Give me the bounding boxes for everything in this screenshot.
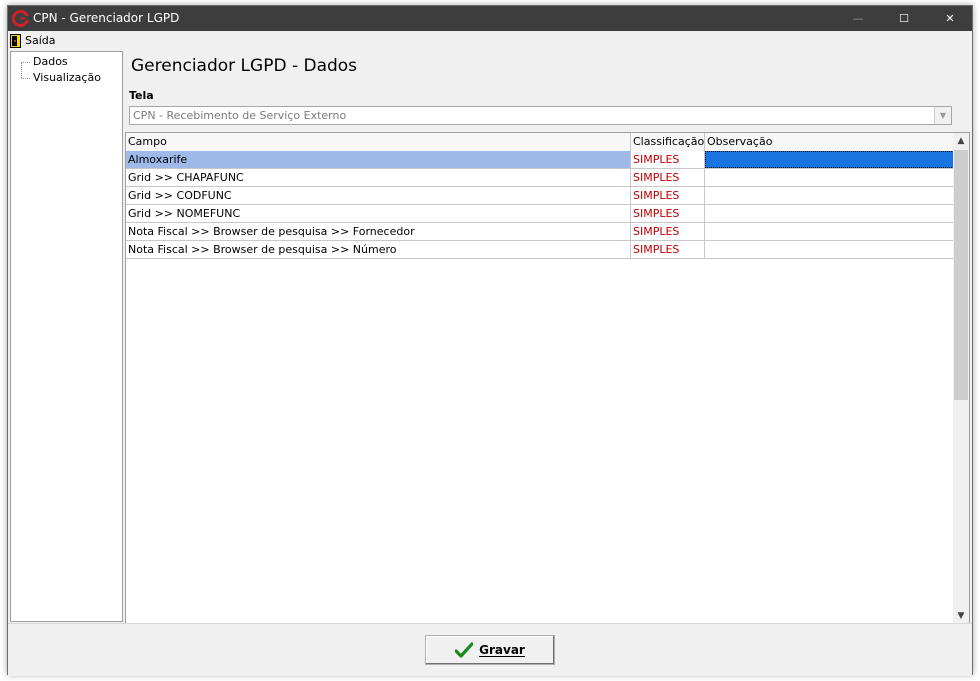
table-row[interactable]: Grid >> CODFUNC SIMPLES (126, 187, 954, 205)
tree-connector (21, 62, 22, 78)
save-button[interactable]: Gravar (425, 635, 555, 665)
door-exit-icon (10, 33, 21, 48)
observacao-cell[interactable] (705, 187, 954, 204)
tree-connector (21, 62, 30, 63)
column-header-classificacao[interactable]: Classificação (631, 133, 705, 151)
table-row[interactable]: Almoxarife SIMPLES (126, 151, 954, 169)
main-content: Gerenciador LGPD - Dados Tela CPN - Rece… (124, 51, 970, 626)
column-header-observacao[interactable]: Observação (705, 133, 954, 151)
tela-label: Tela (129, 89, 154, 102)
main-window: CPN - Gerenciador LGPD — ☐ ✕ Saída Dados… (7, 5, 973, 676)
exit-menu-item[interactable]: Saída (10, 33, 56, 48)
grid-header: Campo Classificação Observação (126, 133, 954, 152)
minimize-button[interactable]: — (835, 6, 881, 31)
table-row[interactable]: Grid >> NOMEFUNC SIMPLES (126, 205, 954, 223)
navigation-tree: Dados Visualização (10, 51, 123, 622)
campo-cell[interactable]: Nota Fiscal >> Browser de pesquisa >> Fo… (126, 223, 631, 240)
observacao-cell[interactable] (705, 151, 954, 168)
classificacao-cell[interactable]: SIMPLES (631, 241, 705, 258)
table-row[interactable]: Nota Fiscal >> Browser de pesquisa >> Nú… (126, 241, 954, 259)
tree-item-visualizacao[interactable]: Visualização (33, 71, 101, 84)
checkmark-icon (455, 642, 474, 658)
scrollbar-thumb[interactable] (954, 150, 968, 400)
campo-cell[interactable]: Grid >> NOMEFUNC (126, 205, 631, 222)
tela-select-value: CPN - Recebimento de Serviço Externo (133, 109, 347, 122)
table-row[interactable]: Grid >> CHAPAFUNC SIMPLES (126, 169, 954, 187)
campo-cell[interactable]: Grid >> CODFUNC (126, 187, 631, 204)
table-row[interactable]: Nota Fiscal >> Browser de pesquisa >> Fo… (126, 223, 954, 241)
close-button[interactable]: ✕ (927, 6, 973, 31)
column-header-campo[interactable]: Campo (126, 133, 631, 151)
menu-bar: Saída (8, 31, 972, 50)
classificacao-cell[interactable]: SIMPLES (631, 169, 705, 186)
page-title: Gerenciador LGPD - Dados (131, 56, 358, 76)
title-bar[interactable]: CPN - Gerenciador LGPD — ☐ ✕ (8, 6, 972, 31)
exit-menu-label: Saída (25, 34, 56, 47)
footer-bar: Gravar (8, 623, 972, 676)
chevron-down-icon[interactable]: ▼ (934, 107, 951, 124)
classificacao-cell[interactable]: SIMPLES (631, 223, 705, 240)
cpn-logo-icon (12, 10, 29, 27)
maximize-button[interactable]: ☐ (881, 6, 927, 31)
lgpd-fields-grid: Campo Classificação Observação Almoxarif… (125, 132, 970, 626)
campo-cell[interactable]: Grid >> CHAPAFUNC (126, 169, 631, 186)
tela-select[interactable]: CPN - Recebimento de Serviço Externo ▼ (129, 106, 952, 125)
observacao-cell[interactable] (705, 223, 954, 240)
tree-connector (21, 78, 30, 79)
classificacao-cell[interactable]: SIMPLES (631, 187, 705, 204)
tree-item-dados[interactable]: Dados (33, 55, 68, 68)
classificacao-cell[interactable]: SIMPLES (631, 151, 705, 168)
campo-cell[interactable]: Almoxarife (126, 151, 631, 168)
window-title: CPN - Gerenciador LGPD (33, 11, 180, 25)
save-button-label: Gravar (479, 643, 525, 657)
campo-cell[interactable]: Nota Fiscal >> Browser de pesquisa >> Nú… (126, 241, 631, 258)
vertical-scrollbar[interactable]: ▲ ▼ (953, 133, 969, 625)
observacao-cell[interactable] (705, 241, 954, 258)
observacao-cell[interactable] (705, 169, 954, 186)
classificacao-cell[interactable]: SIMPLES (631, 205, 705, 222)
observacao-cell[interactable] (705, 205, 954, 222)
chevron-up-icon[interactable]: ▲ (953, 133, 969, 150)
